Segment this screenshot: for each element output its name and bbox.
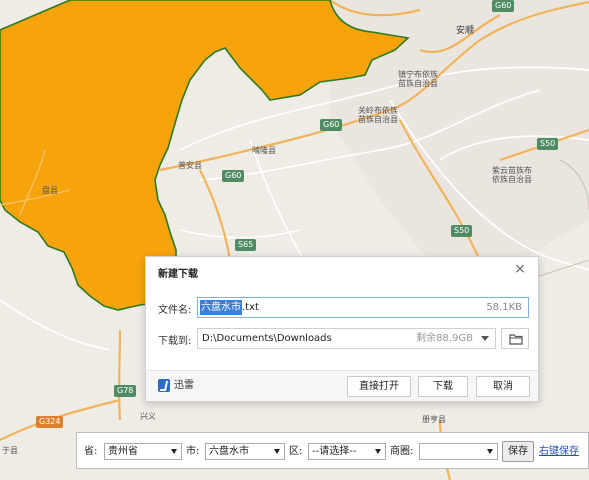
road-shield-s50: S50 (451, 225, 473, 237)
chevron-down-icon (487, 449, 493, 454)
save-path-value: D:\Documents\Downloads (202, 333, 332, 344)
province-label: 省: (84, 446, 98, 457)
business-circle-select[interactable] (419, 443, 498, 460)
road-shield-g78: G78 (114, 385, 137, 397)
place-zhenning: 镇宁布依族 苗族自治县 (398, 70, 438, 88)
file-size: 58.1KB (486, 302, 522, 313)
place-anshun: 安顺 (456, 26, 475, 36)
place-ceheng: 册亨县 (422, 415, 446, 424)
cancel-button[interactable]: 取消 (476, 376, 530, 397)
province-value: 贵州省 (108, 446, 138, 457)
place-xingyi: 兴义 (140, 412, 156, 421)
district-value: --请选择-- (312, 446, 357, 457)
folder-icon (509, 334, 523, 345)
place-qinglong: 晴隆县 (252, 146, 276, 155)
road-shield-g60: G60 (320, 119, 343, 131)
place-ziyun: 紫云苗族布 依族自治县 (492, 166, 532, 184)
filename-extension[interactable]: .txt (242, 300, 259, 315)
save-button[interactable]: 保存 (502, 441, 534, 462)
right-click-save-link[interactable]: 右键保存 (539, 445, 579, 458)
road-shield-s65: S65 (235, 239, 257, 251)
place-guanling: 关岭布依族 苗族自治县 (358, 106, 398, 124)
road-shield-g324: G324 (36, 416, 64, 428)
place-puan: 普安县 (178, 161, 202, 170)
place-panxian: 盘县 (42, 186, 58, 195)
place-yu: 于县 (2, 446, 18, 455)
city-value: 六盘水市 (209, 446, 249, 457)
city-select[interactable]: 六盘水市 (205, 443, 285, 460)
browse-folder-button[interactable] (501, 328, 529, 349)
download-button[interactable]: 下载 (418, 376, 468, 397)
district-select[interactable]: --请选择-- (308, 443, 386, 460)
map-view[interactable]: 安顺 镇宁布依族 苗族自治县 关岭布依族 苗族自治县 晴隆县 普安县 紫云苗族布… (0, 0, 589, 480)
region-selector-bar: 省: 贵州省 市: 六盘水市 区: --请选择-- 商圈: 保存 右键保存 (76, 432, 589, 469)
app-name: 迅雷 (174, 380, 194, 391)
road-shield-s50: S50 (537, 138, 559, 150)
filename-label: 文件名: (158, 305, 192, 316)
map-canvas (0, 0, 589, 480)
chevron-down-icon (274, 449, 280, 454)
filename-selected-text[interactable]: 六盘水市 (200, 300, 242, 315)
chevron-down-icon (375, 449, 381, 454)
city-label: 市: (186, 446, 200, 457)
save-path-select[interactable]: D:\Documents\Downloads 剩余88.9GB (197, 328, 496, 349)
road-shield-g60: G60 (492, 0, 515, 12)
province-select[interactable]: 贵州省 (104, 443, 182, 460)
road-shield-g60: G60 (222, 170, 245, 182)
filename-input[interactable]: 六盘水市 .txt 58.1KB (197, 297, 529, 318)
chevron-down-icon[interactable] (481, 336, 489, 341)
dialog-footer: 迅雷 直接打开 下载 取消 (146, 370, 538, 401)
chevron-down-icon (171, 449, 177, 454)
free-space: 剩余88.9GB (416, 333, 473, 344)
district-label: 区: (289, 446, 303, 457)
open-directly-button[interactable]: 直接打开 (347, 376, 411, 397)
dialog-title: 新建下载 (158, 269, 198, 280)
xunlei-logo-icon (158, 379, 170, 392)
new-download-dialog: 新建下载 × 文件名: 六盘水市 .txt 58.1KB 下载到: D:\Doc… (145, 256, 539, 402)
saveto-label: 下载到: (158, 336, 192, 347)
business-circle-label: 商圈: (390, 446, 414, 457)
close-icon[interactable]: × (512, 261, 528, 277)
